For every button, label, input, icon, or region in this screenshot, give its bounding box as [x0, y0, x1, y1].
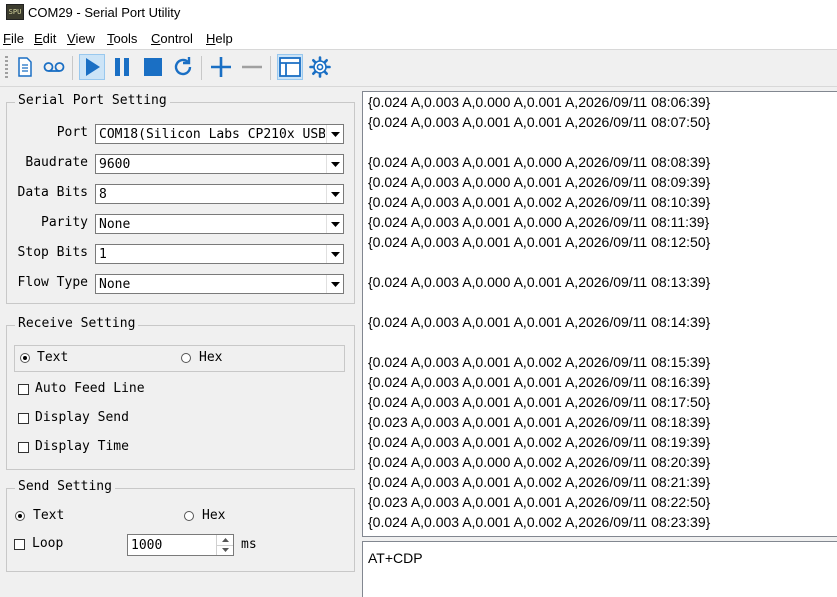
send-input-text: AT+CDP — [368, 550, 423, 566]
menu-view[interactable]: View — [67, 31, 95, 46]
pause-icon[interactable] — [109, 54, 135, 80]
menu-tools[interactable]: Tools — [107, 31, 137, 46]
output-line: {0.024 A,0.003 A,0.001 A,0.000 A,2026/09… — [368, 154, 711, 170]
receive-output[interactable]: {0.024 A,0.003 A,0.000 A,0.001 A,2026/09… — [362, 91, 837, 537]
new-document-icon[interactable] — [12, 54, 38, 80]
chevron-down-icon[interactable] — [326, 275, 343, 293]
port-select[interactable]: COM18(Silicon Labs CP210x USB — [95, 124, 344, 144]
data-bits-value: 8 — [99, 187, 107, 202]
display-time-checkbox[interactable] — [18, 442, 29, 453]
receive-text-radio[interactable] — [20, 353, 30, 363]
send-title: Send Setting — [15, 479, 115, 494]
send-hex-radio[interactable] — [184, 511, 194, 521]
send-hex-label: Hex — [202, 508, 226, 523]
output-line: {0.024 A,0.003 A,0.000 A,0.002 A,2026/09… — [368, 454, 711, 470]
output-line: {0.024 A,0.003 A,0.001 A,0.000 A,2026/09… — [368, 214, 710, 230]
data-bits-label: Data Bits — [17, 185, 88, 200]
toolbar-separator — [270, 56, 271, 80]
send-text-radio[interactable] — [15, 511, 25, 521]
flow-type-select[interactable]: None — [95, 274, 344, 294]
loop-label: Loop — [32, 536, 64, 551]
output-line: {0.024 A,0.003 A,0.001 A,0.002 A,2026/09… — [368, 514, 711, 530]
baudrate-value: 9600 — [99, 157, 131, 172]
port-label: Port — [56, 125, 88, 140]
auto-feed-checkbox[interactable] — [18, 384, 29, 395]
auto-feed-label: Auto Feed Line — [35, 381, 145, 396]
window-title: COM29 - Serial Port Utility — [28, 5, 181, 20]
toolbar — [0, 49, 837, 87]
remove-icon[interactable] — [239, 54, 265, 80]
flow-type-label: Flow Type — [17, 275, 88, 290]
refresh-icon[interactable] — [170, 54, 196, 80]
chevron-down-icon[interactable] — [326, 185, 343, 203]
chevron-down-icon[interactable] — [326, 245, 343, 263]
chevron-down-icon[interactable] — [326, 125, 343, 143]
stop-bits-label: Stop Bits — [17, 245, 88, 260]
app-icon: SPU — [6, 4, 24, 20]
output-line: {0.024 A,0.003 A,0.001 A,0.002 A,2026/09… — [368, 474, 711, 490]
send-input[interactable]: AT+CDP — [362, 541, 837, 597]
baudrate-label: Baudrate — [25, 155, 88, 170]
output-line: {0.024 A,0.003 A,0.000 A,0.001 A,2026/09… — [368, 174, 711, 190]
toolbar-grip[interactable] — [5, 56, 8, 80]
toolbar-separator — [201, 56, 202, 80]
menu-edit[interactable]: Edit — [34, 31, 56, 46]
stepper-down-icon[interactable] — [217, 545, 233, 555]
output-line: {0.024 A,0.003 A,0.001 A,0.001 A,2026/09… — [368, 314, 711, 330]
send-text-label: Text — [33, 508, 65, 523]
serial-port-title: Serial Port Setting — [15, 93, 170, 108]
parity-value: None — [99, 217, 131, 232]
parity-select[interactable]: None — [95, 214, 344, 234]
receive-text-label: Text — [37, 350, 69, 365]
display-send-checkbox[interactable] — [18, 413, 29, 424]
stop-bits-select[interactable]: 1 — [95, 244, 344, 264]
layout-icon[interactable] — [277, 54, 303, 80]
toolbar-separator — [72, 56, 73, 80]
interval-stepper[interactable]: 1000 — [127, 534, 234, 556]
title-bar: SPU COM29 - Serial Port Utility — [0, 0, 837, 27]
chevron-down-icon[interactable] — [326, 155, 343, 173]
display-send-label: Display Send — [35, 410, 129, 425]
menu-help[interactable]: Help — [206, 31, 233, 46]
loop-checkbox[interactable] — [14, 539, 25, 550]
menu-file[interactable]: File — [3, 31, 24, 46]
output-line: {0.024 A,0.003 A,0.001 A,0.002 A,2026/09… — [368, 434, 711, 450]
output-line: {0.024 A,0.003 A,0.001 A,0.002 A,2026/09… — [368, 194, 711, 210]
menu-control[interactable]: Control — [151, 31, 193, 46]
receive-title: Receive Setting — [15, 316, 139, 331]
interval-unit: ms — [241, 537, 257, 552]
menu-bar: File Edit View Tools Control Help — [0, 27, 837, 49]
output-line: {0.024 A,0.003 A,0.001 A,0.001 A,2026/09… — [368, 374, 711, 390]
add-icon[interactable] — [208, 54, 234, 80]
output-line: {0.024 A,0.003 A,0.000 A,0.001 A,2026/09… — [368, 94, 711, 110]
port-value: COM18(Silicon Labs CP210x USB — [99, 127, 325, 142]
receive-hex-radio[interactable] — [181, 353, 191, 363]
record-icon[interactable] — [41, 54, 67, 80]
output-line: {0.024 A,0.003 A,0.001 A,0.001 A,2026/09… — [368, 234, 711, 250]
interval-value: 1000 — [131, 538, 163, 553]
output-line: {0.023 A,0.003 A,0.001 A,0.001 A,2026/09… — [368, 414, 711, 430]
stop-bits-value: 1 — [99, 247, 107, 262]
output-line: {0.024 A,0.003 A,0.001 A,0.001 A,2026/09… — [368, 114, 711, 130]
settings-icon[interactable] — [307, 54, 333, 80]
output-line: {0.024 A,0.003 A,0.001 A,0.001 A,2026/09… — [368, 394, 711, 410]
send-group: Send Setting — [6, 479, 355, 572]
output-line: {0.024 A,0.003 A,0.001 A,0.002 A,2026/09… — [368, 354, 711, 370]
stop-icon[interactable] — [140, 54, 166, 80]
data-bits-select[interactable]: 8 — [95, 184, 344, 204]
start-icon[interactable] — [79, 54, 105, 80]
output-line: {0.023 A,0.003 A,0.001 A,0.001 A,2026/09… — [368, 494, 711, 510]
parity-label: Parity — [41, 215, 88, 230]
flow-type-value: None — [99, 277, 131, 292]
chevron-down-icon[interactable] — [326, 215, 343, 233]
display-time-label: Display Time — [35, 439, 129, 454]
receive-hex-label: Hex — [199, 350, 223, 365]
baudrate-select[interactable]: 9600 — [95, 154, 344, 174]
output-line: {0.024 A,0.003 A,0.000 A,0.001 A,2026/09… — [368, 274, 711, 290]
